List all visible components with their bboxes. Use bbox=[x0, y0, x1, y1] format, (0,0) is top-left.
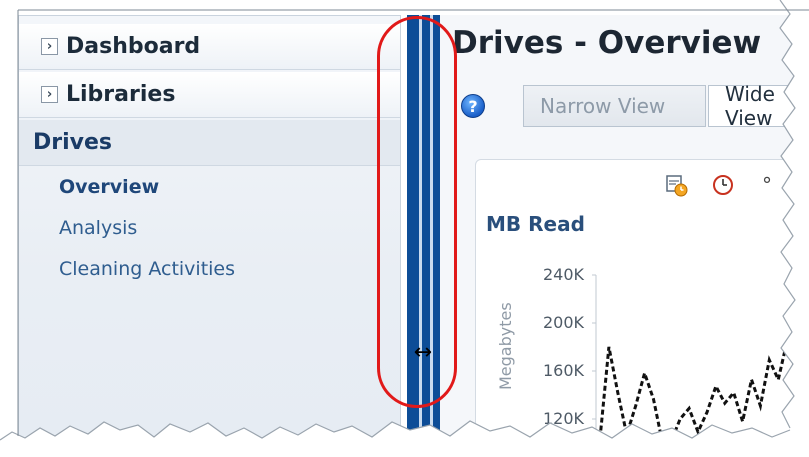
torn-edge-bottom bbox=[0, 421, 809, 457]
torn-edge-frame bbox=[0, 0, 809, 457]
torn-edge-right bbox=[780, 0, 809, 440]
